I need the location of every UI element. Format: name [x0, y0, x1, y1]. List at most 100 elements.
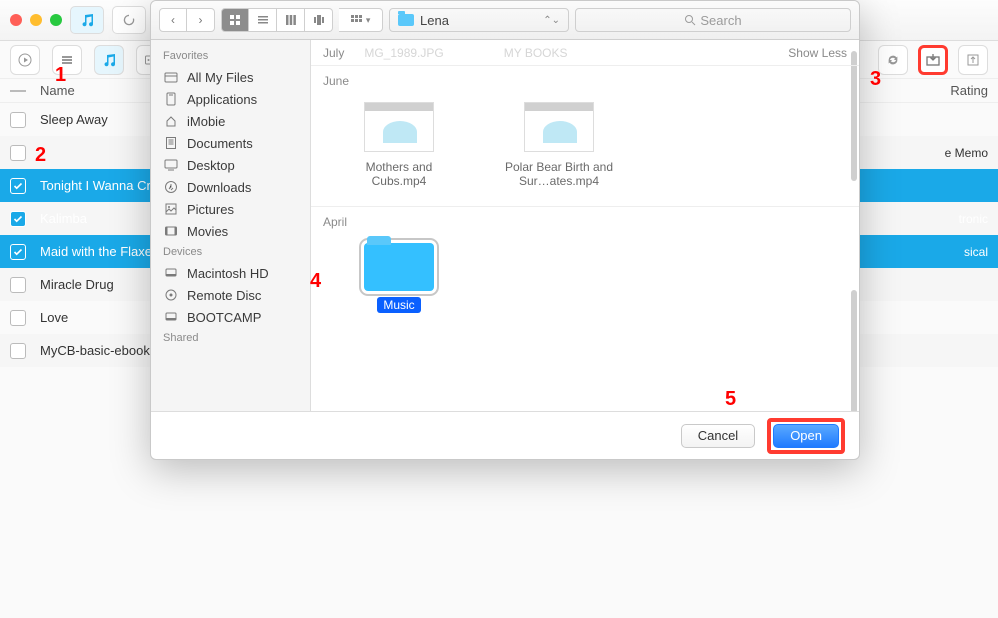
sidebar-item[interactable]: All My Files — [151, 66, 310, 88]
sidebar-item-label: Desktop — [187, 158, 235, 173]
select-all-toggle[interactable] — [10, 90, 26, 92]
sidebar-item[interactable]: Pictures — [151, 198, 310, 220]
file-open-dialog: ‹ › ▾ Lena ⌃⌄ Search Favorites All My Fi… — [150, 0, 860, 460]
sidebar-item[interactable]: iMobie — [151, 110, 310, 132]
step-1: 1 — [55, 64, 66, 87]
open-button-highlight: Open — [767, 418, 845, 454]
sidebar-item[interactable]: Applications — [151, 88, 310, 110]
folder-icon — [364, 243, 434, 291]
sidebar-icon — [163, 135, 179, 151]
sidebar-item-label: All My Files — [187, 70, 253, 85]
play-button[interactable] — [10, 45, 40, 75]
music-category-icon[interactable] — [94, 45, 124, 75]
sidebar-icon — [163, 201, 179, 217]
export-button[interactable] — [958, 45, 988, 75]
file-browser: July MG_1989.JPG MY BOOKS Show Less June… — [311, 40, 859, 411]
sidebar-item-label: Applications — [187, 92, 257, 107]
browser-scrollbar[interactable] — [851, 290, 857, 411]
row-checkbox[interactable] — [10, 244, 26, 260]
step-3: 3 — [870, 68, 881, 91]
row-right: tronic — [959, 212, 988, 226]
nav-back-forward: ‹ › — [159, 8, 215, 32]
row-right: sical — [964, 245, 988, 259]
step-4: 4 — [310, 270, 321, 293]
row-checkbox[interactable] — [10, 112, 26, 128]
row-checkbox[interactable] — [10, 310, 26, 326]
list-view-button[interactable] — [249, 8, 277, 32]
refresh-app-icon[interactable] — [112, 6, 146, 34]
favorites-header: Favorites — [151, 46, 310, 66]
sidebar-icon — [163, 287, 179, 303]
zoom-window-button[interactable] — [50, 14, 62, 26]
search-placeholder: Search — [700, 13, 741, 28]
sidebar-item-label: Remote Disc — [187, 288, 261, 303]
music-app-icon[interactable] — [70, 6, 104, 34]
sidebar-item[interactable]: Macintosh HD — [151, 262, 310, 284]
sidebar-item[interactable]: Remote Disc — [151, 284, 310, 306]
dialog-footer: Cancel Open — [151, 411, 859, 459]
sidebar-icon — [163, 157, 179, 173]
sidebar-item-label: Movies — [187, 224, 228, 239]
show-less-button[interactable]: Show Less — [788, 46, 847, 60]
coverflow-view-button[interactable] — [305, 8, 333, 32]
sidebar-icon — [163, 309, 179, 325]
row-checkbox[interactable] — [10, 343, 26, 359]
sidebar-icon — [163, 91, 179, 107]
file-item[interactable]: Polar Bear Birth and Sur…ates.mp4 — [499, 102, 619, 188]
step-2: 2 — [35, 144, 46, 167]
view-mode-segment — [221, 8, 333, 32]
cancel-button[interactable]: Cancel — [681, 424, 755, 448]
row-checkbox[interactable] — [10, 277, 26, 293]
sidebar-item-label: iMobie — [187, 114, 225, 129]
path-control[interactable]: Lena ⌃⌄ — [389, 8, 569, 32]
import-button[interactable] — [918, 45, 948, 75]
chevron-updown-icon: ⌃⌄ — [543, 15, 560, 26]
sidebar-item[interactable]: Documents — [151, 132, 310, 154]
arrange-segment: ▾ — [339, 8, 383, 32]
icon-view-button[interactable] — [221, 8, 249, 32]
july-header: July MG_1989.JPG MY BOOKS Show Less — [311, 40, 859, 66]
file-item-music-folder[interactable]: Music — [339, 243, 459, 313]
sidebar-icon — [163, 69, 179, 85]
search-icon — [684, 14, 696, 26]
close-window-button[interactable] — [10, 14, 22, 26]
sidebar-icon — [163, 223, 179, 239]
file-name: Mothers and Cubs.mp4 — [339, 160, 459, 188]
video-thumbnail — [364, 102, 434, 152]
sync-button[interactable] — [878, 45, 908, 75]
video-thumbnail — [524, 102, 594, 152]
folder-icon — [398, 14, 414, 26]
june-header: June — [311, 66, 859, 92]
traffic-lights — [10, 14, 62, 26]
sidebar-item[interactable]: BOOTCAMP — [151, 306, 310, 328]
nav-back-button[interactable]: ‹ — [159, 8, 187, 32]
sidebar-item-label: Documents — [187, 136, 253, 151]
row-checkbox[interactable] — [10, 145, 26, 161]
ghost-file-2: MY BOOKS — [504, 46, 568, 60]
ghost-file-1: MG_1989.JPG — [364, 46, 443, 60]
sidebar-icon — [163, 265, 179, 281]
sidebar-item[interactable]: Movies — [151, 220, 310, 242]
arrange-button[interactable]: ▾ — [339, 8, 383, 32]
row-right: e Memo — [945, 146, 988, 160]
sidebar-item[interactable]: Downloads — [151, 176, 310, 198]
sidebar-item[interactable]: Desktop — [151, 154, 310, 176]
file-item[interactable]: Mothers and Cubs.mp4 — [339, 102, 459, 188]
row-checkbox[interactable] — [10, 211, 26, 227]
minimize-window-button[interactable] — [30, 14, 42, 26]
month-label: July — [323, 46, 344, 60]
folder-name-selected: Music — [377, 297, 420, 313]
sidebar-icon — [163, 179, 179, 195]
row-checkbox[interactable] — [10, 178, 26, 194]
sidebar-item-label: BOOTCAMP — [187, 310, 261, 325]
sidebar-item-label: Pictures — [187, 202, 234, 217]
dialog-toolbar: ‹ › ▾ Lena ⌃⌄ Search — [151, 1, 859, 40]
column-view-button[interactable] — [277, 8, 305, 32]
file-name: Polar Bear Birth and Sur…ates.mp4 — [499, 160, 619, 188]
search-field[interactable]: Search — [575, 8, 851, 32]
path-folder-name: Lena — [420, 13, 449, 28]
column-rating[interactable]: Rating — [918, 83, 988, 98]
april-header: April — [311, 207, 859, 233]
nav-forward-button[interactable]: › — [187, 8, 215, 32]
open-button[interactable]: Open — [773, 424, 839, 448]
